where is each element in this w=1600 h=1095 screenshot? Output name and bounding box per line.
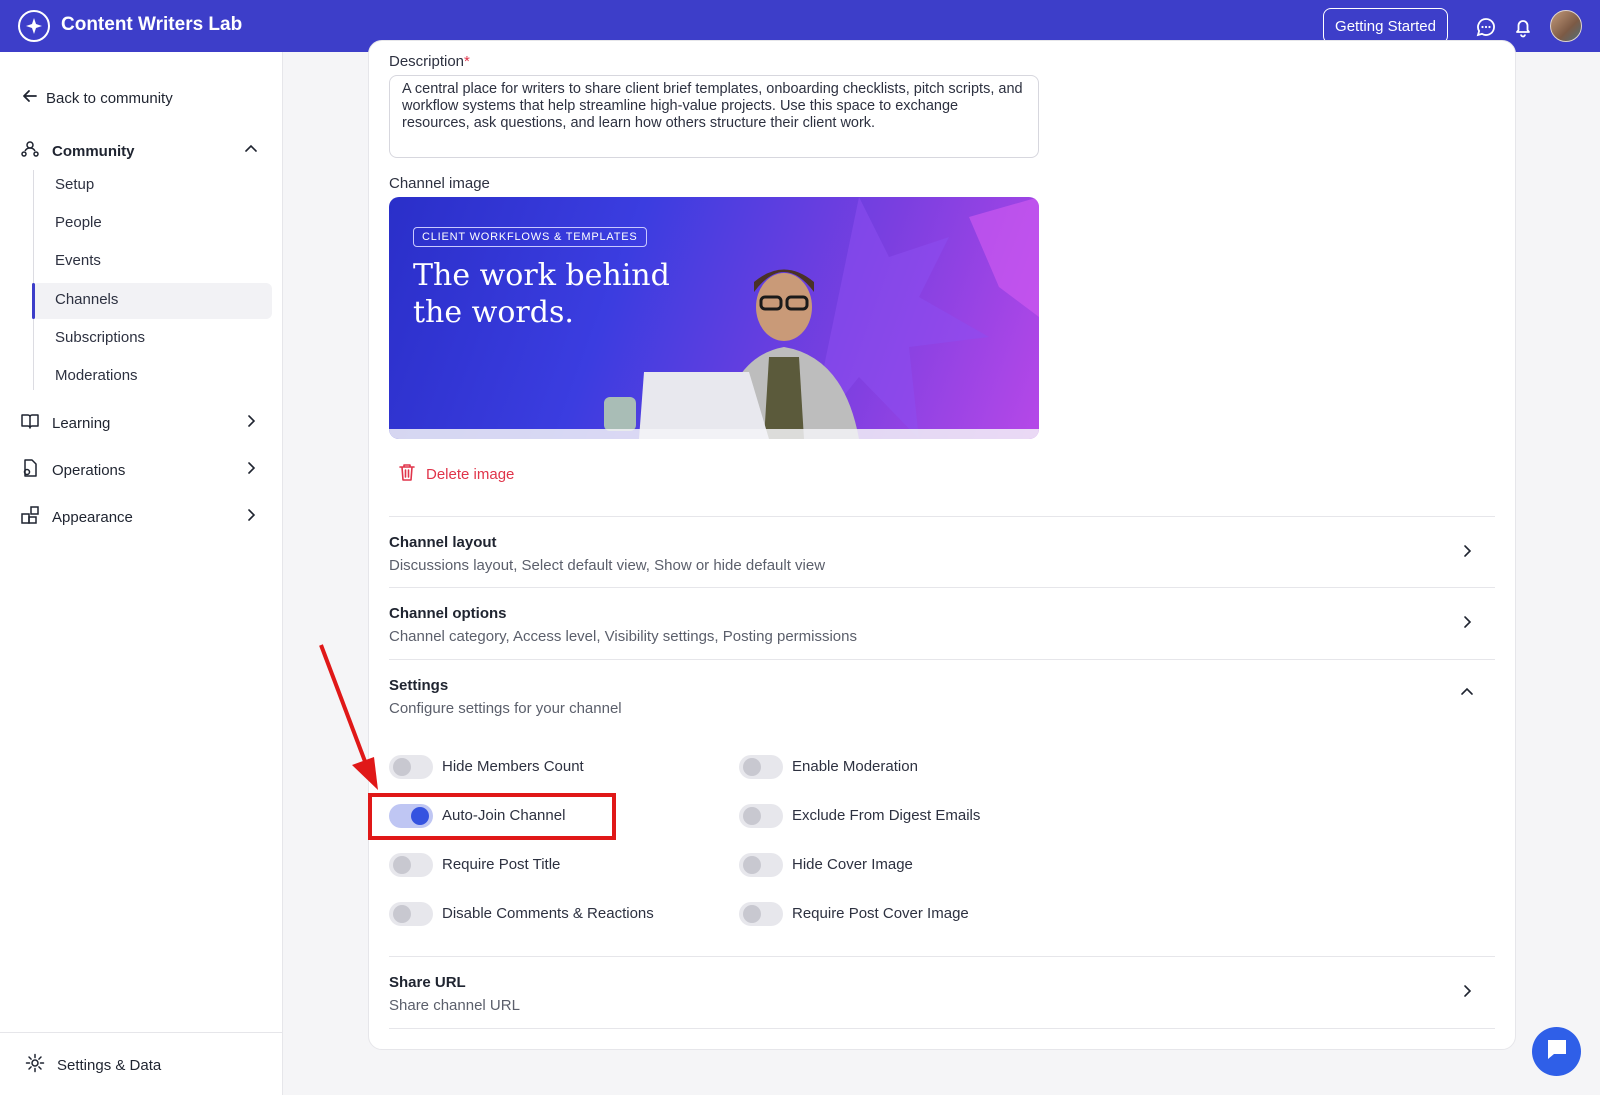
channel-image-label: Channel image (389, 175, 490, 192)
appearance-label: Appearance (52, 508, 133, 526)
enable-moderation-toggle[interactable] (739, 755, 783, 779)
back-to-community-link[interactable]: Back to community (22, 88, 173, 108)
sidebar-item-moderations[interactable]: Moderations (55, 367, 138, 384)
chat-icon[interactable] (1475, 16, 1497, 38)
nav-appearance[interactable]: Appearance (20, 505, 265, 529)
arrow-left-icon (22, 88, 38, 108)
hide-members-count-label: Hide Members Count (442, 758, 584, 775)
community-icon (20, 139, 40, 163)
settings-subtitle: Configure settings for your channel (389, 700, 622, 717)
sidebar: Back to community Community Setup People… (0, 52, 283, 1095)
description-textarea[interactable]: A central place for writers to share cli… (389, 75, 1039, 158)
required-mark: * (464, 53, 470, 70)
operations-label: Operations (52, 461, 126, 479)
exclude-digest-label: Exclude From Digest Emails (792, 807, 981, 824)
banner-title: The work behind the words. (413, 258, 670, 330)
nav-operations[interactable]: Operations (20, 458, 265, 482)
channel-options-subtitle: Channel category, Access level, Visibili… (389, 628, 857, 645)
annotation-highlight-box (368, 793, 616, 840)
learning-label: Learning (52, 414, 111, 432)
brand-logo-icon[interactable] (18, 10, 50, 42)
chevron-right-icon[interactable] (1459, 614, 1475, 635)
settings-data-label: Settings & Data (57, 1056, 162, 1074)
share-url-title: Share URL (389, 974, 466, 991)
description-label: Description* (389, 53, 470, 70)
settings-title[interactable]: Settings (389, 677, 448, 694)
chevron-right-icon[interactable] (243, 413, 259, 433)
require-post-title-label: Require Post Title (442, 856, 561, 873)
channel-layout-section[interactable]: Channel layout Discussions layout, Selec… (389, 516, 1495, 588)
trash-icon (398, 462, 416, 486)
delete-image-label: Delete image (426, 465, 515, 483)
sidebar-item-people[interactable]: People (55, 214, 102, 231)
hide-cover-image-label: Hide Cover Image (792, 856, 913, 873)
channel-layout-title: Channel layout (389, 534, 497, 551)
require-post-title-toggle[interactable] (389, 853, 433, 877)
enable-moderation-label: Enable Moderation (792, 758, 918, 775)
share-url-subtitle: Share channel URL (389, 997, 520, 1014)
chat-bubble-icon (1544, 1036, 1570, 1067)
subnav-divider (33, 170, 34, 390)
support-chat-button[interactable] (1532, 1027, 1581, 1076)
require-cover-image-toggle[interactable] (739, 902, 783, 926)
delete-image-button[interactable]: Delete image (398, 462, 514, 486)
chevron-right-icon[interactable] (243, 460, 259, 480)
sidebar-item-channels[interactable]: Channels (55, 291, 118, 308)
bell-icon[interactable] (1512, 16, 1534, 38)
chevron-right-icon[interactable] (1459, 543, 1475, 564)
gear-icon (25, 1053, 45, 1077)
nav-community[interactable]: Community (20, 139, 265, 163)
getting-started-button[interactable]: Getting Started (1323, 8, 1448, 44)
exclude-digest-toggle[interactable] (739, 804, 783, 828)
brand-name[interactable]: Content Writers Lab (61, 14, 242, 36)
chevron-up-icon[interactable] (243, 141, 259, 161)
hide-cover-image-toggle[interactable] (739, 853, 783, 877)
sidebar-item-setup[interactable]: Setup (55, 176, 94, 193)
banner-tag: CLIENT WORKFLOWS & TEMPLATES (413, 227, 647, 247)
community-label: Community (52, 142, 135, 160)
appearance-icon (20, 505, 40, 529)
nav-learning[interactable]: Learning (20, 411, 265, 435)
channel-layout-subtitle: Discussions layout, Select default view,… (389, 557, 826, 574)
channel-image-preview[interactable]: CLIENT WORKFLOWS & TEMPLATES The work be… (389, 197, 1039, 439)
chevron-right-icon[interactable] (1459, 983, 1475, 1004)
active-item-indicator (32, 283, 35, 319)
channel-options-section[interactable]: Channel options Channel category, Access… (389, 588, 1495, 660)
settings-data-link[interactable]: Settings & Data (25, 1053, 161, 1077)
sidebar-item-subscriptions[interactable]: Subscriptions (55, 329, 145, 346)
chevron-up-icon[interactable] (1459, 684, 1475, 705)
book-icon (20, 411, 40, 435)
disable-comments-label: Disable Comments & Reactions (442, 905, 654, 922)
sidebar-item-events[interactable]: Events (55, 252, 101, 269)
channel-options-title: Channel options (389, 605, 507, 622)
operations-icon (20, 458, 40, 482)
back-label: Back to community (46, 89, 173, 107)
disable-comments-toggle[interactable] (389, 902, 433, 926)
chevron-right-icon[interactable] (243, 507, 259, 527)
share-url-section[interactable]: Share URL Share channel URL (389, 957, 1495, 1029)
require-cover-image-label: Require Post Cover Image (792, 905, 969, 922)
user-avatar[interactable] (1550, 10, 1582, 42)
hide-members-count-toggle[interactable] (389, 755, 433, 779)
